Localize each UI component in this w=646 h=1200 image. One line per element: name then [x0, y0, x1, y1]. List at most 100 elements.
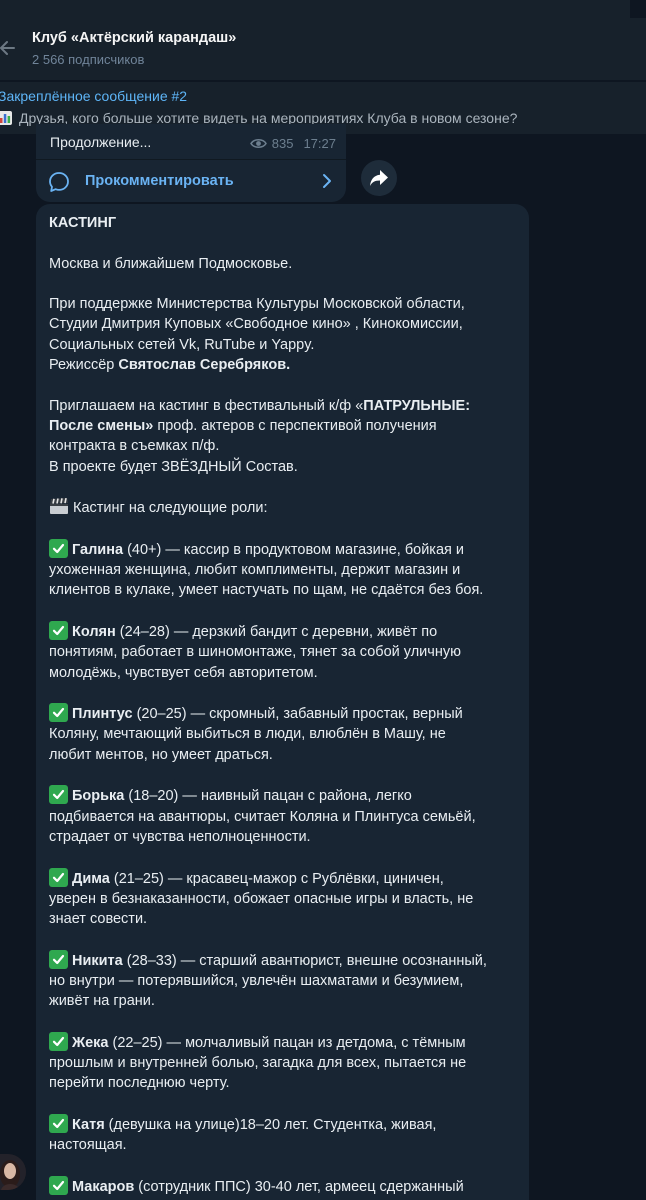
chevron-right-icon [323, 174, 331, 188]
message-time: 17:27 [303, 136, 336, 151]
previous-message: Продолжение... 835 17:27 Прокомментирова… [36, 124, 346, 202]
role-item: Борька (18–20) — наивный пацан с района,… [49, 785, 519, 847]
role-description: (18–20) — наивный пацан с района, легко [124, 788, 412, 805]
role-name: Плинтус [72, 706, 133, 723]
role-item: Галина (40+) — кассир в продуктовом мага… [49, 538, 519, 601]
message-meta: 835 17:27 [249, 136, 336, 151]
role-description: (24–28) — дерзкий бандит с деревни, живё… [115, 623, 438, 640]
role-line: Галина (40+) — кассир в продуктовом мага… [49, 538, 519, 560]
post-text: КАСТИНГ Москва и ближайшем Подмосковье. … [49, 213, 519, 1200]
role-item: Никита (28–33) — старший авантюрист, вне… [49, 949, 519, 1012]
invite-post: проф. актеров с перспективой получения [153, 417, 437, 434]
role-description-line: уверен в безнаказанности, обожает опасны… [49, 890, 474, 907]
share-icon [370, 170, 388, 186]
role-name: Катя [72, 1117, 105, 1134]
comment-button[interactable]: Прокомментировать [36, 159, 346, 202]
pinned-title: Закреплённое сообщение #2 [0, 88, 188, 104]
check-icon [49, 1175, 68, 1195]
role-description-line: прошлым и внутренней болью, загадка для … [49, 1055, 467, 1072]
chat-header[interactable]: Клуб «Актёрский карандаш» 2 566 подписчи… [0, 18, 646, 80]
avatar-portrait [0, 1154, 26, 1190]
support-line-1: При поддержке Министерства Культуры Моск… [49, 296, 465, 313]
role-description-line: ухоженная женщина, любит комплименты, де… [49, 562, 461, 579]
role-description: (21–25) — красавец-мажор с Рублёвки, цин… [109, 870, 444, 887]
role-description-line: Коляну, мечтающий выбиться в люди, влюбл… [49, 726, 446, 743]
invite-pre: Приглашаем на кастинг в фестивальный к/ф… [49, 397, 364, 414]
role-name: Галина [72, 541, 124, 558]
role-description: (девушка на улице)18–20 лет. Студентка, … [104, 1117, 437, 1134]
director-name: Святослав Серебряков. [118, 357, 291, 374]
role-description: (28–33) — старший авантюрист, внешне осо… [122, 952, 487, 969]
role-name: Жека [72, 1034, 109, 1051]
avatar[interactable] [0, 1154, 26, 1190]
roles-list: Галина (40+) — кассир в продуктовом мага… [49, 518, 519, 1200]
subscriber-count: 2 566 подписчиков [32, 52, 145, 67]
role-description: (20–25) — скромный, забавный простак, ве… [132, 706, 463, 723]
role-name: Макаров [72, 1178, 135, 1195]
check-icon [49, 785, 68, 805]
director-line: Режиссёр Святослав Серебряков. [49, 355, 519, 375]
check-icon [49, 538, 68, 558]
role-name: Колян [72, 623, 116, 640]
role-description-line: перейти последнюю черту. [49, 1075, 230, 1092]
film-title-part-1: ПАТРУЛЬНЫЕ: [363, 397, 471, 414]
comment-icon [49, 172, 69, 192]
role-item: Макаров (сотрудник ППС) 30-40 лет, армее… [49, 1175, 519, 1200]
role-description-line: подбивается на авантюры, считает Коляна … [49, 808, 476, 825]
support-line-3: Социальных сетей Vk, RuTube и Yappy. [49, 336, 315, 353]
check-icon [49, 949, 68, 969]
support-line-2: Студии Дмитрия Куповых «Свободное кино» … [49, 316, 463, 333]
role-description-line: живёт на грани. [49, 993, 155, 1010]
comment-label: Прокомментировать [85, 173, 234, 189]
invite-line-3: контракта в съемках п/ф. [49, 438, 220, 455]
director-label: Режиссёр [49, 357, 119, 374]
role-description-line: любит ментов, но умеет драться. [49, 746, 273, 763]
check-icon [49, 703, 68, 723]
check-icon [49, 1114, 68, 1134]
check-icon [49, 867, 68, 887]
role-line: Никита (28–33) — старший авантюрист, вне… [49, 949, 519, 971]
role-description-line: но внутри — потерявшийся, увлечён шахмат… [49, 972, 464, 989]
continuation-text[interactable]: Продолжение... [50, 134, 151, 150]
role-description-line: молодёжь, чувствует себя авторитетом. [49, 664, 318, 681]
post-heading: КАСТИНГ [49, 215, 117, 231]
window-corner [630, 0, 646, 18]
role-description: (22–25) — молчаливый пацан из детдома, с… [108, 1034, 466, 1051]
role-item: Дима (21–25) — красавец-мажор с Рублёвки… [49, 867, 519, 930]
clapper-icon [50, 498, 68, 515]
check-icon [49, 620, 68, 640]
role-line: Макаров (сотрудник ППС) 30-40 лет, армее… [49, 1175, 519, 1197]
invite-line-1: Приглашаем на кастинг в фестивальный к/ф… [49, 396, 519, 416]
role-description-line: настоящая. [49, 1137, 127, 1154]
views-count: 835 [271, 136, 294, 151]
roles-heading: Кастинг на следующие роли: [73, 500, 268, 517]
window-top-strip [0, 0, 646, 18]
casting-post: КАСТИНГ Москва и ближайшем Подмосковье. … [36, 204, 529, 1200]
role-line: Плинтус (20–25) — скромный, забавный про… [49, 703, 519, 724]
check-icon [49, 1031, 68, 1051]
eye-icon [249, 139, 267, 148]
role-description: (сотрудник ППС) 30-40 лет, армеец сдержа… [134, 1178, 464, 1195]
invite-line-2: После смены» проф. актеров с перспективо… [49, 416, 519, 436]
channel-title[interactable]: Клуб «Актёрский карандаш» [32, 30, 236, 46]
role-description-line: знает совести. [49, 911, 148, 928]
post-location: Москва и ближайшем Подмосковье. [49, 255, 293, 272]
share-button[interactable] [361, 160, 397, 196]
film-title-part-2: После смены» [49, 417, 154, 434]
role-name: Борька [72, 788, 125, 805]
role-name: Дима [72, 870, 110, 887]
telegram-channel-window: Клуб «Актёрский карандаш» 2 566 подписчи… [0, 0, 646, 1200]
role-item: Катя (девушка на улице)18–20 лет. Студен… [49, 1114, 519, 1156]
role-line: Борька (18–20) — наивный пацан с района,… [49, 785, 519, 806]
role-item: Жека (22–25) — молчаливый пацан из детдо… [49, 1031, 519, 1094]
chart-icon [0, 111, 12, 125]
roles-heading-line: Кастинг на следующие роли: [49, 497, 519, 518]
role-description-line: страдает от чувства неполноценности. [49, 828, 311, 845]
role-line: Катя (девушка на улице)18–20 лет. Студен… [49, 1114, 519, 1135]
role-line: Дима (21–25) — красавец-мажор с Рублёвки… [49, 867, 519, 889]
back-arrow-icon[interactable] [0, 38, 18, 58]
role-line: Жека (22–25) — молчаливый пацан из детдо… [49, 1031, 519, 1053]
window-tab-bar [0, 0, 630, 18]
role-name: Никита [72, 952, 123, 969]
invite-line-4: В проекте будет ЗВЁЗДНЫЙ Состав. [49, 458, 298, 475]
